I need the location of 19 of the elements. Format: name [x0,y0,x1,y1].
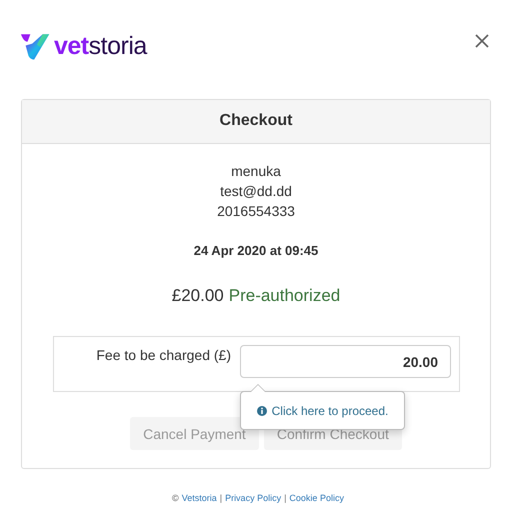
payment-status: Pre-authorized [228,286,340,305]
fee-input[interactable]: 20.00 [240,345,451,378]
logo-icon [20,32,52,61]
customer-detail: menuka [230,162,282,181]
amount: £20.00 [172,286,224,305]
info-icon [256,406,267,416]
customer-detail: 2016554333 [216,202,296,221]
logo-text: vetstoria [54,32,147,61]
fee-label: Fee to be charged (£) [95,346,231,363]
separator: | [284,493,286,503]
card-title: Checkout [22,100,490,144]
copyright-sign: © [172,493,179,503]
appointment-time: 24 Apr 2020 at 09:45 [192,242,320,260]
customer-detail: test@dd.dd [219,182,293,201]
footer-link[interactable]: Cookie Policy [289,493,344,503]
tooltip-text[interactable]: Click here to proceed. [272,404,388,418]
footer-link[interactable]: Privacy Policy [225,493,282,503]
footer-link[interactable]: Vetstoria [182,493,217,503]
separator: | [220,493,222,503]
